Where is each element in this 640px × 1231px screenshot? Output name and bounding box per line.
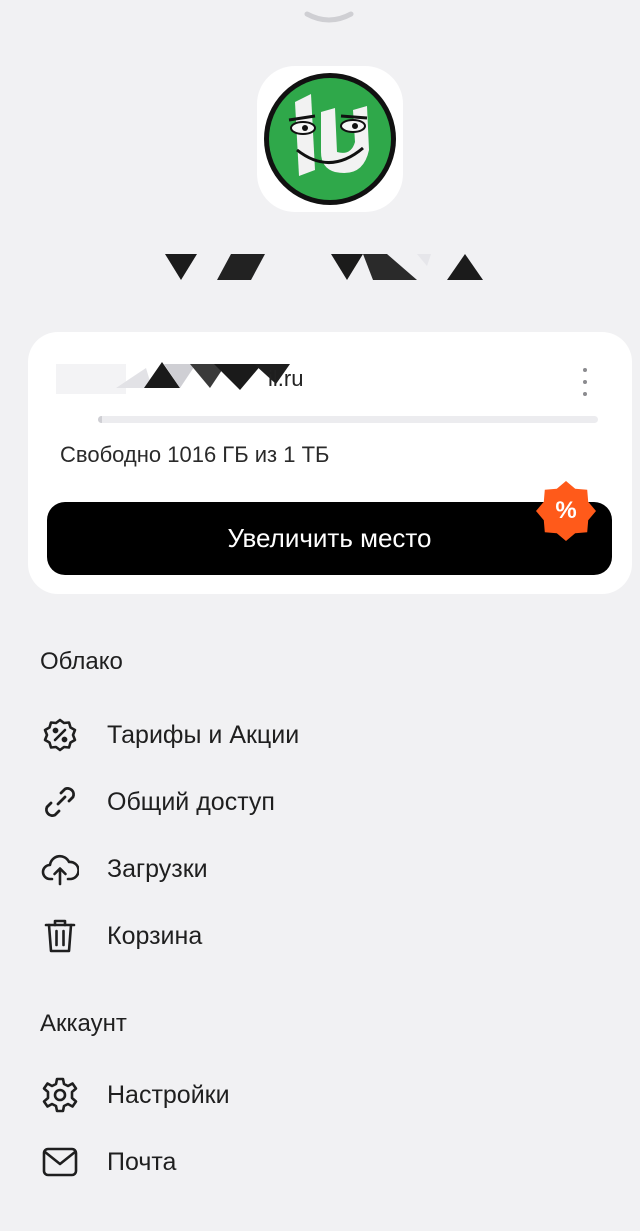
menu-label-shared-access: Общий доступ (107, 787, 275, 816)
storage-card: il.ru Свободно 1016 ГБ из 1 ТБ Увеличить… (28, 332, 632, 594)
user-name-redacted (165, 254, 483, 280)
menu-label-uploads: Загрузки (107, 854, 208, 883)
avatar[interactable] (257, 66, 403, 212)
percent-badge-icon (40, 715, 80, 755)
avatar-image (264, 73, 396, 205)
more-options-icon[interactable] (576, 368, 594, 396)
menu-item-settings[interactable]: Настройки (40, 1070, 600, 1120)
menu-item-trash[interactable]: Корзина (40, 911, 600, 961)
section-title-cloud: Облако (40, 648, 123, 675)
drag-handle-icon[interactable] (304, 8, 354, 28)
menu-item-mail[interactable]: Почта (40, 1137, 600, 1187)
discount-percent-icon: % (536, 481, 596, 541)
trash-icon (40, 916, 80, 956)
email-suffix: il.ru (268, 366, 304, 391)
storage-progress-bar (98, 416, 598, 423)
menu-item-tariffs[interactable]: Тарифы и Акции (40, 710, 600, 760)
link-icon (40, 782, 80, 822)
menu-item-shared-access[interactable]: Общий доступ (40, 777, 600, 827)
email-redacted (56, 362, 290, 394)
increase-storage-button[interactable]: Увеличить место (47, 502, 612, 575)
email-row: il.ru (56, 358, 596, 398)
menu-item-uploads[interactable]: Загрузки (40, 844, 600, 894)
menu-label-mail: Почта (107, 1147, 177, 1176)
storage-progress-fill (98, 416, 102, 423)
badge-percent-text: % (555, 497, 576, 524)
gear-icon (40, 1075, 80, 1115)
menu-label-trash: Корзина (107, 921, 203, 950)
mail-icon (40, 1142, 80, 1182)
cloud-upload-icon (40, 849, 80, 889)
menu-label-settings: Настройки (107, 1080, 230, 1109)
storage-text: Свободно 1016 ГБ из 1 ТБ (60, 442, 330, 467)
section-title-account: Аккаунт (40, 1010, 127, 1037)
menu-label-tariffs: Тарифы и Акции (107, 720, 300, 749)
